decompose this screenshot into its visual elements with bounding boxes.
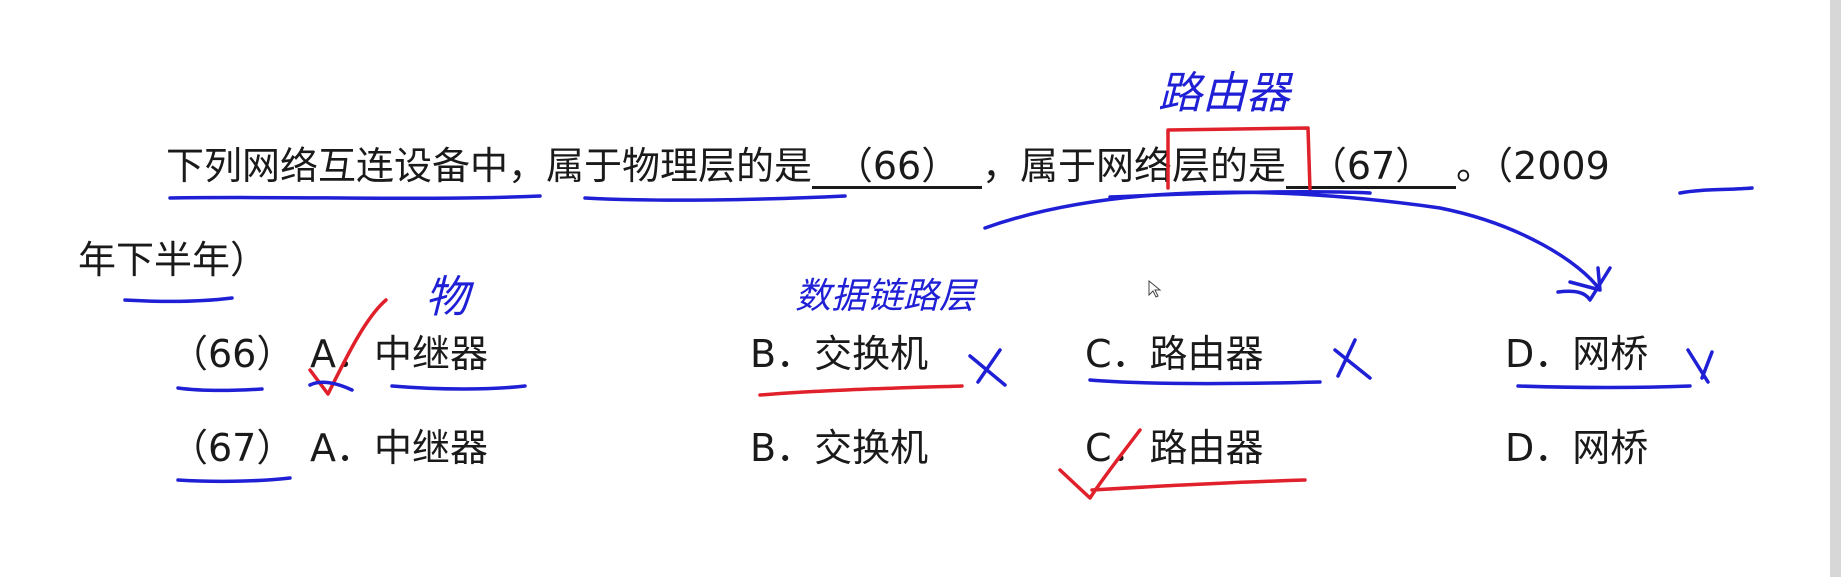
cursor-icon	[1148, 280, 1162, 298]
underline-year	[123, 296, 234, 304]
physical-handwritten-note: 物	[425, 272, 475, 323]
underline-devices	[168, 194, 542, 201]
router-handwritten-note: 路由器	[1158, 68, 1294, 119]
datalink-handwritten-note: 数据链路层	[795, 276, 979, 317]
cross-bridge	[1686, 348, 1714, 384]
underline-bridge	[1516, 384, 1692, 390]
underline-67	[176, 476, 292, 484]
underline-switch-red	[758, 384, 964, 397]
underline-66	[176, 386, 264, 393]
cross-switch	[968, 348, 1007, 387]
check-a-66	[308, 298, 388, 396]
arrow-to-bridge	[983, 190, 1602, 292]
handwriting-overlay: 路由器 物 数据链路层	[123, 68, 1754, 500]
underline-router	[1088, 378, 1322, 386]
network-layer-red-box	[1166, 126, 1312, 192]
underline-2009	[1678, 186, 1754, 195]
cross-router	[1333, 338, 1372, 380]
underline-router-67	[1090, 478, 1307, 492]
underline-repeater	[390, 384, 527, 391]
underline-physical	[583, 194, 847, 202]
